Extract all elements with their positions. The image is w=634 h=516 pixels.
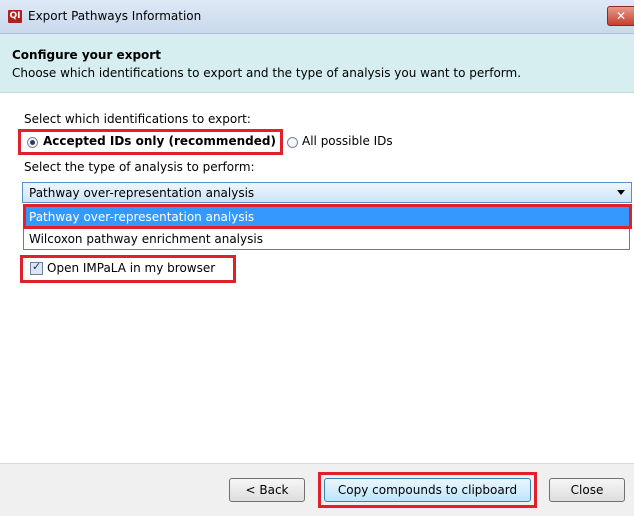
accepted-ids-label[interactable]: Accepted IDs only (recommended) — [43, 134, 276, 148]
close-button[interactable]: Close — [549, 478, 625, 502]
over-representation-highlight — [23, 204, 632, 229]
copy-compounds-button[interactable]: Copy compounds to clipboard — [324, 478, 531, 502]
title-bar: QI Export Pathways Information ✕ — [0, 0, 634, 34]
open-browser-checkbox[interactable]: ✓ — [30, 260, 43, 275]
header-subtitle: Choose which identifications to export a… — [12, 66, 522, 80]
open-browser-label[interactable]: Open IMPaLA in my browser — [47, 261, 215, 275]
checkmark-icon: ✓ — [32, 260, 42, 273]
analysis-prompt: Select the type of analysis to perform: — [24, 160, 255, 174]
export-pathways-dialog: QI Export Pathways Information ✕ Configu… — [0, 0, 634, 516]
header-title: Configure your export — [12, 48, 161, 62]
app-logo-icon: QI — [8, 10, 22, 23]
close-window-button[interactable]: ✕ — [607, 6, 634, 26]
all-ids-radio[interactable] — [287, 137, 298, 148]
all-ids-label[interactable]: All possible IDs — [302, 134, 393, 148]
dropdown-arrow-icon[interactable] — [617, 190, 625, 195]
dialog-footer: < Back Copy compounds to clipboard Close — [0, 463, 634, 516]
option-wilcoxon[interactable]: Wilcoxon pathway enrichment analysis — [24, 229, 629, 249]
back-button[interactable]: < Back — [229, 478, 305, 502]
analysis-selected-value: Pathway over-representation analysis — [29, 186, 255, 200]
window-title: Export Pathways Information — [28, 9, 202, 23]
accepted-ids-radio[interactable] — [27, 137, 38, 148]
identifications-prompt: Select which identifications to export: — [24, 112, 251, 126]
header-banner: Configure your export Choose which ident… — [0, 34, 634, 93]
analysis-type-select[interactable]: Pathway over-representation analysis — [22, 182, 632, 203]
